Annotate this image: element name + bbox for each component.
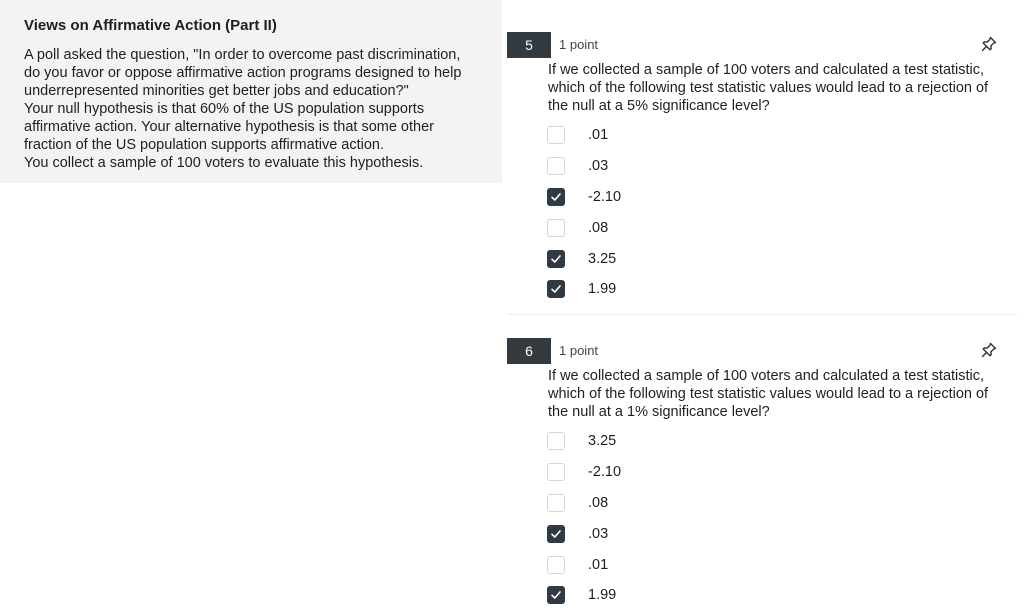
question-divider (507, 314, 1017, 315)
checkbox[interactable] (547, 524, 565, 543)
context-paragraph: A poll asked the question, "In order to … (24, 47, 462, 99)
question-points: 1 point (559, 343, 599, 358)
option-label: .01 (588, 556, 609, 573)
check-icon (551, 591, 561, 600)
question-number-badge: 5 (507, 32, 551, 58)
option-label: .03 (588, 158, 609, 175)
question-points: 1 point (559, 37, 599, 52)
answer-option[interactable]: .03 (547, 151, 947, 182)
option-label: -2.10 (588, 188, 622, 205)
checkbox[interactable] (547, 126, 565, 145)
answer-options: .01 .03 -2.10 .08 3.25 1.99 (547, 120, 947, 305)
context-paragraph: Your null hypothesis is that 60% of the … (24, 101, 434, 153)
context-title: Views on Affirmative Action (Part II) (24, 17, 277, 34)
option-label: .01 (588, 127, 609, 144)
check-icon (551, 285, 561, 294)
option-label: 1.99 (588, 281, 617, 298)
checkbox[interactable] (547, 218, 565, 237)
question-text: If we collected a sample of 100 voters a… (548, 62, 989, 114)
check-icon (551, 254, 561, 263)
option-label: 3.25 (588, 433, 617, 450)
answer-option[interactable]: .08 (547, 212, 947, 243)
option-label: .08 (588, 219, 609, 236)
answer-option[interactable]: 3.25 (547, 426, 947, 457)
pin-icon[interactable] (979, 34, 999, 54)
checkbox[interactable] (547, 157, 565, 176)
question-text: If we collected a sample of 100 voters a… (548, 368, 989, 420)
answer-option[interactable]: .01 (547, 120, 947, 151)
answer-option[interactable]: 3.25 (547, 243, 947, 274)
context-paragraph: You collect a sample of 100 voters to ev… (24, 155, 424, 171)
checkbox[interactable] (547, 493, 565, 512)
checkbox[interactable] (547, 432, 565, 451)
answer-option[interactable]: .08 (547, 488, 947, 519)
checkbox[interactable] (547, 555, 565, 574)
checkbox[interactable] (547, 187, 565, 206)
answer-option[interactable]: .01 (547, 549, 947, 580)
option-label: -2.10 (588, 464, 622, 481)
answer-option[interactable]: .03 (547, 518, 947, 549)
answer-option[interactable]: -2.10 (547, 457, 947, 488)
option-label: .03 (588, 525, 609, 542)
check-icon (551, 529, 561, 538)
answer-option[interactable]: -2.10 (547, 182, 947, 213)
answer-options: 3.25 -2.10 .08 .03 .01 1.99 (547, 426, 947, 611)
option-label: 1.99 (588, 587, 617, 604)
answer-option[interactable]: 1.99 (547, 274, 947, 305)
checkbox[interactable] (547, 249, 565, 268)
context-panel: Views on Affirmative Action (Part II) A … (0, 0, 502, 183)
checkbox[interactable] (547, 586, 565, 605)
option-label: 3.25 (588, 250, 617, 267)
context-body: A poll asked the question, "In order to … (24, 46, 478, 172)
answer-option[interactable]: 1.99 (547, 580, 947, 611)
pin-icon[interactable] (979, 340, 999, 360)
question-number-badge: 6 (507, 338, 551, 364)
check-icon (551, 193, 561, 201)
checkbox[interactable] (547, 463, 565, 482)
option-label: .08 (588, 494, 609, 511)
checkbox[interactable] (547, 280, 565, 299)
